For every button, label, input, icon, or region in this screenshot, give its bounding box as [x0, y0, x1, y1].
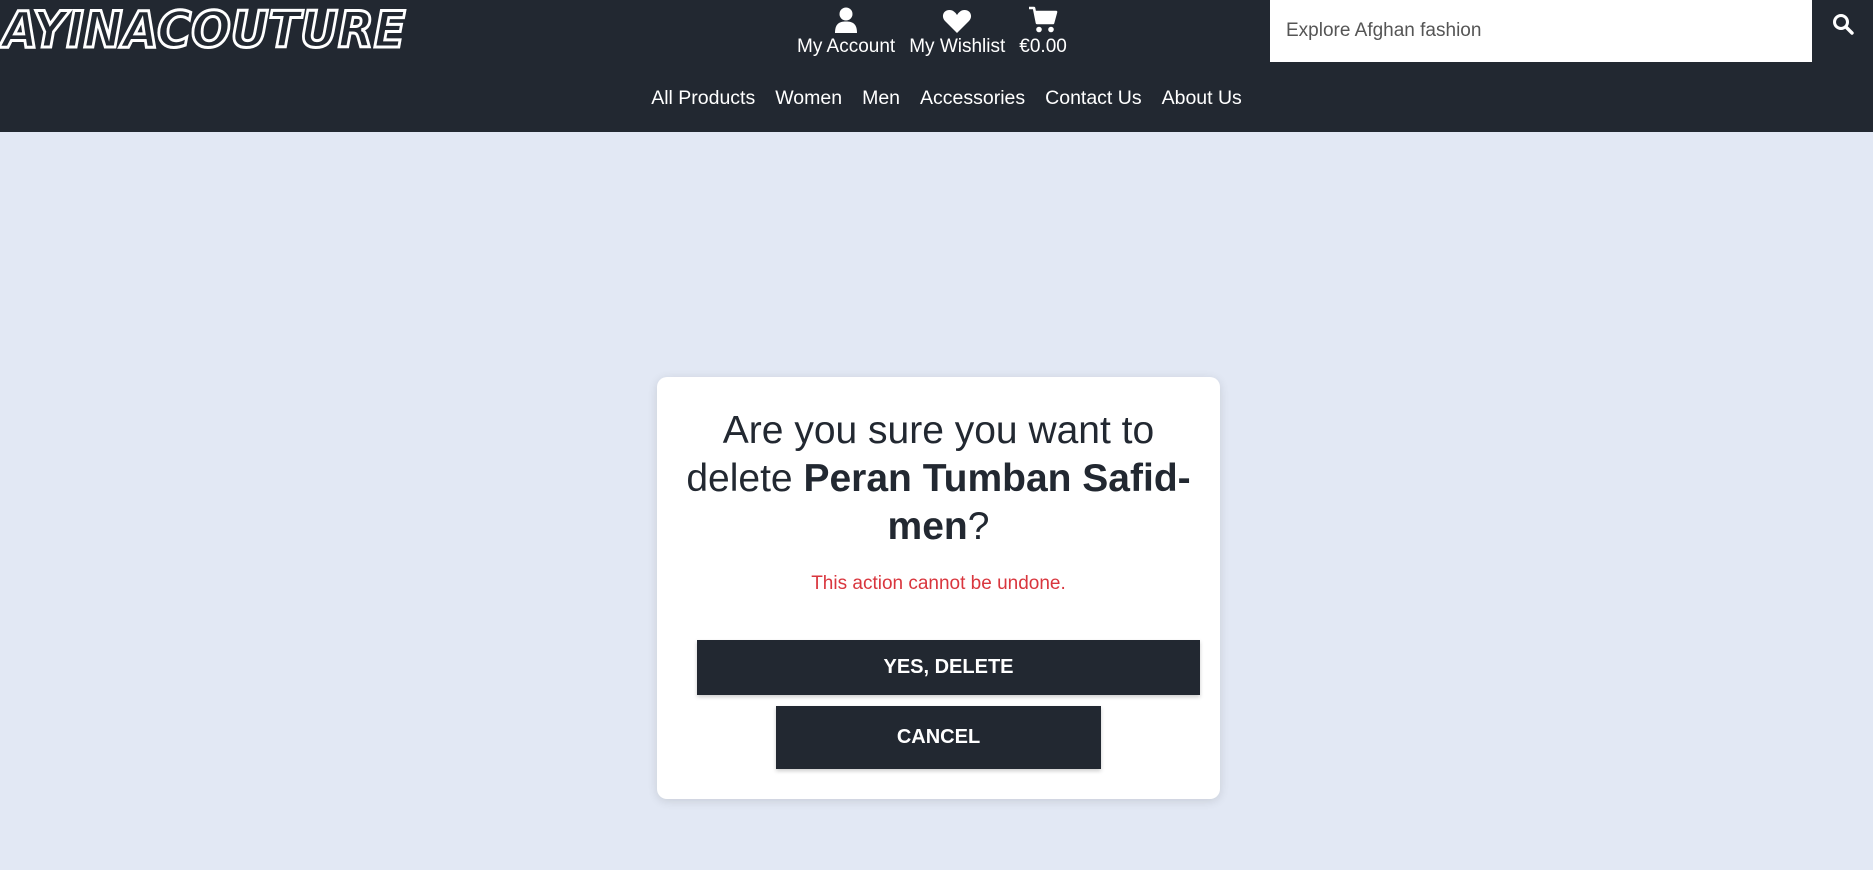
- delete-confirm-dialog: Are you sure you want to delete Peran Tu…: [657, 377, 1220, 799]
- search-input[interactable]: [1270, 0, 1812, 62]
- heart-icon: [942, 0, 972, 34]
- cart-total: €0.00: [1019, 36, 1067, 57]
- cancel-button[interactable]: CANCEL: [776, 706, 1101, 769]
- main-nav: All Products Women Men Accessories Conta…: [0, 84, 1873, 112]
- my-wishlist-label: My Wishlist: [909, 36, 1006, 57]
- my-account-link[interactable]: My Account: [790, 0, 902, 59]
- question-suffix: ?: [967, 505, 990, 548]
- brand-logo[interactable]: AYINACOUTURE: [1, 3, 407, 58]
- site-header: AYINACOUTURE My Account My Wishlist €0.0…: [0, 0, 1873, 132]
- nav-men[interactable]: Men: [862, 84, 900, 112]
- account-links: My Account My Wishlist €0.00: [790, 0, 1074, 59]
- nav-contact-us[interactable]: Contact Us: [1045, 84, 1141, 112]
- product-name: Peran Tumban Safid-men: [803, 457, 1191, 548]
- nav-about-us[interactable]: About Us: [1162, 84, 1242, 112]
- my-account-label: My Account: [797, 36, 896, 57]
- cart-link[interactable]: €0.00: [1012, 0, 1074, 59]
- search-icon: [1832, 13, 1854, 39]
- warning-text: This action cannot be undone.: [811, 573, 1066, 594]
- dialog-question: Are you sure you want to delete Peran Tu…: [677, 407, 1200, 551]
- nav-women[interactable]: Women: [775, 84, 842, 112]
- search-button[interactable]: [1812, 0, 1873, 52]
- cart-icon: [1028, 0, 1058, 34]
- nav-all-products[interactable]: All Products: [651, 84, 755, 112]
- my-wishlist-link[interactable]: My Wishlist: [902, 0, 1012, 59]
- user-icon: [834, 0, 858, 34]
- nav-accessories[interactable]: Accessories: [920, 84, 1025, 112]
- confirm-delete-button[interactable]: YES, DELETE: [697, 640, 1200, 695]
